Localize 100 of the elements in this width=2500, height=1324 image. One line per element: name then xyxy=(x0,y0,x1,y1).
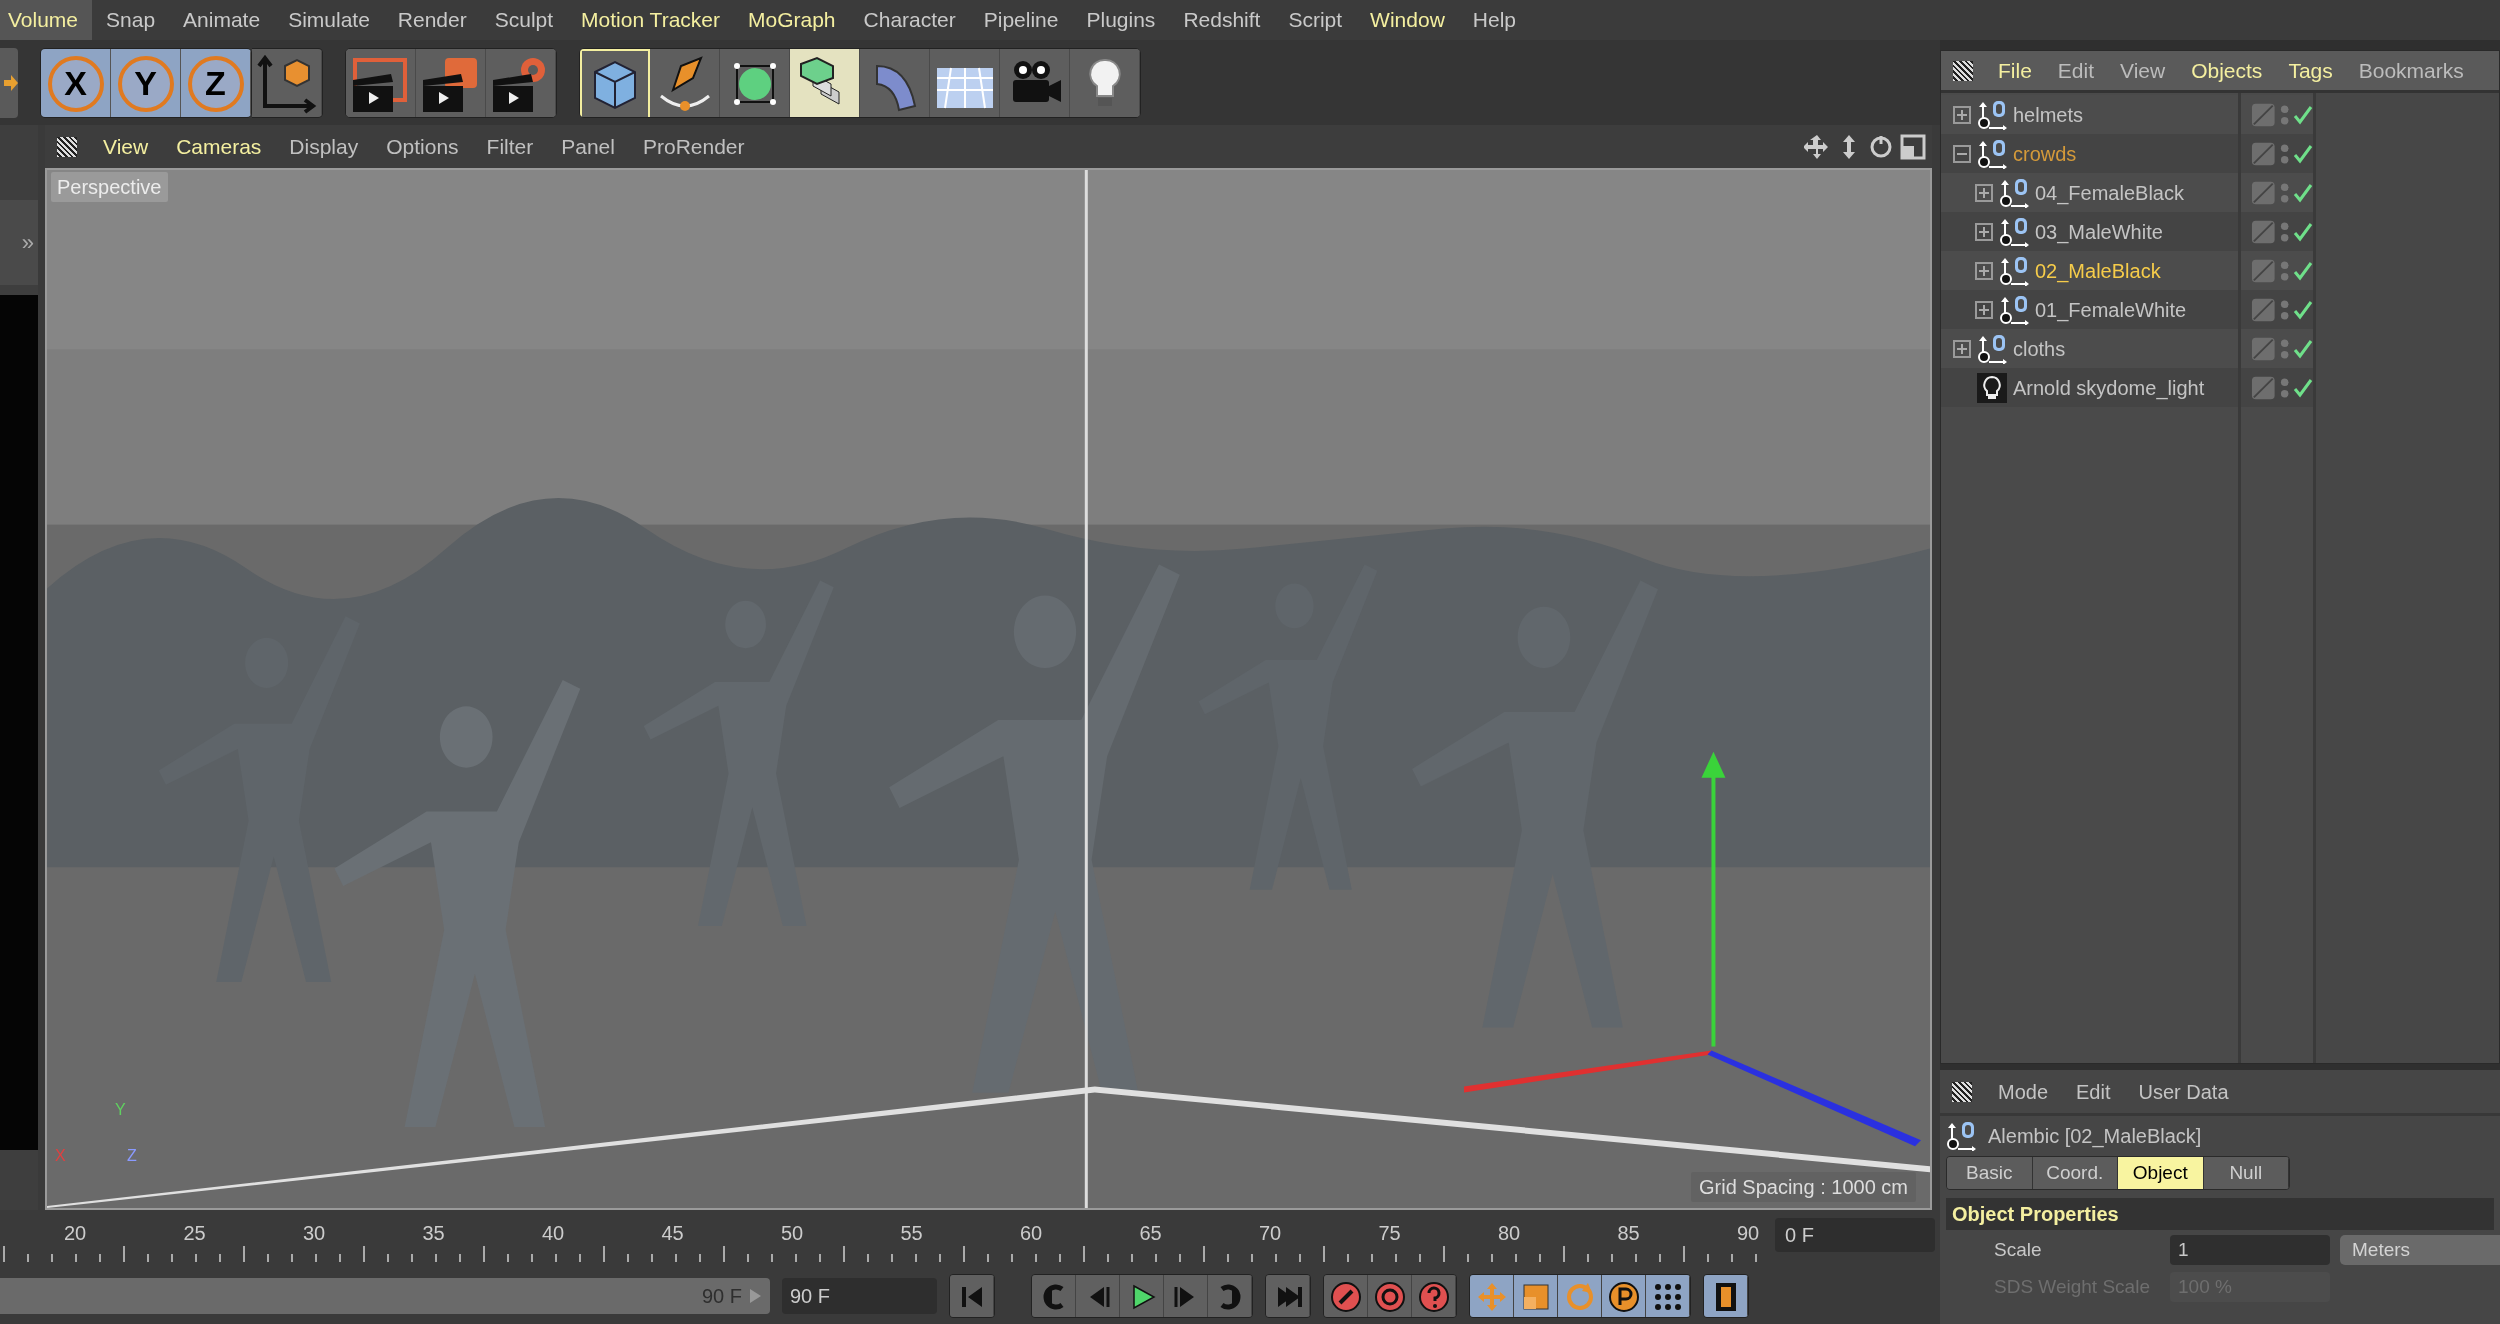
frame-number: 25 xyxy=(183,1221,206,1246)
object-name: crowds xyxy=(2013,141,2077,167)
render-tag-icon xyxy=(2251,179,2276,206)
menu-item[interactable]: View xyxy=(89,130,163,163)
tab[interactable]: Coord. xyxy=(2032,1157,2118,1189)
expand-toggle[interactable] xyxy=(1975,222,1993,241)
expand-toggle[interactable]: » xyxy=(21,226,34,259)
menu-item[interactable]: Volume xyxy=(0,0,93,40)
menu-item[interactable]: Bookmarks xyxy=(2345,54,2477,87)
axis-lock-button[interactable]: Z xyxy=(181,48,251,117)
transport-button[interactable] xyxy=(1646,1275,1690,1317)
panel-grip-icon[interactable] xyxy=(57,136,77,157)
number-field[interactable]: 1 xyxy=(2170,1235,2330,1265)
menu-item[interactable]: Cameras xyxy=(162,130,276,163)
menu-item[interactable]: Snap xyxy=(92,0,170,40)
menu-item[interactable]: Simulate xyxy=(274,0,384,40)
object-row[interactable]: 01_FemaleWhite xyxy=(1941,290,2238,329)
transport-button[interactable] xyxy=(1120,1275,1164,1317)
transport-button[interactable] xyxy=(1470,1275,1514,1317)
record-key-icon xyxy=(1329,1281,1362,1313)
render-tag-icon xyxy=(2251,296,2276,323)
menu-item[interactable]: Help xyxy=(1458,0,1530,40)
menu-item[interactable]: Motion Tracker xyxy=(567,0,734,40)
transport-button[interactable] xyxy=(1368,1275,1412,1317)
panel-grip-icon[interactable] xyxy=(1953,60,1973,81)
menu-item[interactable]: Edit xyxy=(2062,1076,2125,1107)
collapse-toggle[interactable] xyxy=(1953,144,1971,163)
plus-icon xyxy=(1979,226,1989,237)
menu-item[interactable]: View xyxy=(2107,54,2179,87)
tab[interactable]: Object xyxy=(2118,1157,2204,1189)
null-object-icon xyxy=(1946,1121,1976,1151)
object-row[interactable]: Arnold skydome_light xyxy=(1941,368,2238,407)
expand-toggle[interactable] xyxy=(1953,339,1971,358)
menu-item[interactable]: ProRender xyxy=(628,130,759,163)
expand-toggle[interactable] xyxy=(1953,105,1971,124)
frame-number: 40 xyxy=(541,1221,565,1246)
tab[interactable]: Null xyxy=(2203,1157,2289,1189)
timeline-ruler[interactable]: 20 25 30 35 40 45 50 55 60 65 70 75 80 85 90 0 F xyxy=(0,1210,1940,1268)
rotate-view-icon xyxy=(1868,133,1894,160)
tab[interactable]: Basic xyxy=(1947,1157,2033,1189)
object-name: Arnold skydome_light xyxy=(2013,375,2205,402)
panel-grip-icon[interactable] xyxy=(1952,1081,1972,1102)
axis-lock-button[interactable]: Y xyxy=(111,48,181,117)
expand-toggle[interactable] xyxy=(1975,300,1993,319)
object-name: helmets xyxy=(2013,102,2084,128)
menu-item[interactable]: Script xyxy=(1274,0,1357,40)
menu-item[interactable]: Pipeline xyxy=(969,0,1073,40)
range-slider[interactable] xyxy=(0,1278,770,1314)
menu-item[interactable]: Display xyxy=(275,130,373,163)
help-icon xyxy=(1417,1281,1450,1313)
frame-number: 70 xyxy=(1258,1221,1282,1246)
object-name: 02_MaleBlack xyxy=(2035,258,2161,285)
menu-item[interactable]: Tags xyxy=(2275,54,2346,87)
menu-item[interactable]: Redshift xyxy=(1169,0,1275,40)
plus-icon xyxy=(1957,343,1967,354)
current-frame-field[interactable]: 0 F xyxy=(1775,1218,1935,1252)
menu-item[interactable]: Objects xyxy=(2178,54,2276,87)
menu-item[interactable]: Plugins xyxy=(1072,0,1170,40)
frame-number: 80 xyxy=(1497,1221,1521,1246)
menu-item[interactable]: Mode xyxy=(1984,1076,2063,1107)
frame-number: 35 xyxy=(422,1221,445,1246)
object-row[interactable]: 03_MaleWhite xyxy=(1941,212,2238,251)
menu-item[interactable]: Render xyxy=(383,0,481,40)
menu-item[interactable]: File xyxy=(1985,54,2045,87)
expand-toggle[interactable] xyxy=(1975,183,1993,202)
menu-item[interactable]: Filter xyxy=(472,130,548,163)
menu-item[interactable]: Character xyxy=(849,0,970,40)
frame-number: 85 xyxy=(1617,1221,1640,1246)
render-tag-icon xyxy=(2251,101,2276,128)
null-object-icon xyxy=(1999,216,2029,247)
object-row[interactable]: crowds xyxy=(1941,134,2238,173)
transport-button[interactable] xyxy=(1704,1275,1748,1317)
range-end-label: 90 F xyxy=(701,1284,742,1309)
end-frame-field[interactable]: 90 F xyxy=(782,1278,937,1314)
menu-item[interactable]: Edit xyxy=(2044,54,2108,87)
menu-item[interactable]: Animate xyxy=(169,0,275,40)
expand-toggle[interactable] xyxy=(1975,261,1993,280)
tool-button[interactable] xyxy=(790,48,860,117)
transport-button[interactable] xyxy=(1602,1275,1646,1317)
transport-button[interactable] xyxy=(1324,1275,1368,1317)
frame-number: 55 xyxy=(900,1221,923,1246)
frame-number: 50 xyxy=(780,1221,804,1246)
plus-icon xyxy=(1979,265,1989,276)
unit-dropdown[interactable]: Meters xyxy=(2340,1235,2500,1265)
camera-label: Perspective xyxy=(51,172,168,202)
section-heading: Object Properties xyxy=(1952,1202,2119,1227)
menu-item[interactable]: User Data xyxy=(2124,1076,2243,1107)
menu-item[interactable]: Options xyxy=(372,130,473,163)
transport-button[interactable] xyxy=(1412,1275,1456,1317)
menu-item[interactable]: Panel xyxy=(547,130,629,163)
plus-icon xyxy=(1957,109,1967,120)
menu-item[interactable]: Sculpt xyxy=(480,0,568,40)
transport-button[interactable] xyxy=(1514,1275,1558,1317)
frame-number: 30 xyxy=(302,1221,326,1246)
transport-button[interactable] xyxy=(1558,1275,1602,1317)
axis-lock-button[interactable]: X xyxy=(41,48,111,117)
render-tag-icon xyxy=(2251,374,2276,401)
menu-item[interactable]: Window xyxy=(1356,0,1459,40)
menu-item[interactable]: MoGraph xyxy=(734,0,850,40)
null-object-icon xyxy=(1977,333,2007,364)
